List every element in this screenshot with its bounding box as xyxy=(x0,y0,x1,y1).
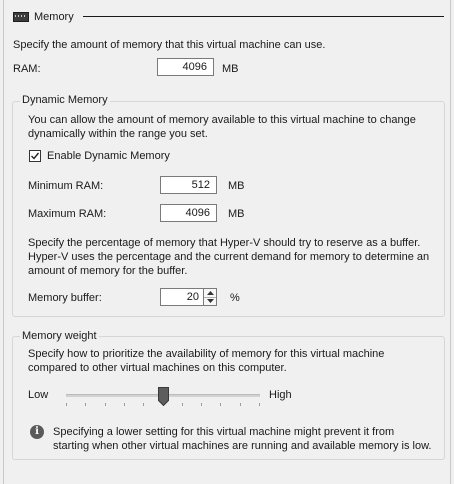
dynamic-memory-description-2: dynamically within the range you set. xyxy=(28,128,208,140)
dynamic-memory-title: Dynamic Memory xyxy=(20,94,110,107)
buffer-description-2: Hyper-V uses the percentage and the curr… xyxy=(28,251,430,263)
memory-chip-icon xyxy=(13,12,29,22)
checkmark-icon xyxy=(31,152,40,160)
maximum-ram-unit: MB xyxy=(228,208,245,220)
slider-tick xyxy=(182,403,183,406)
maximum-ram-input[interactable]: 4096 xyxy=(160,204,217,222)
info-text-2: starting when other virtual machines are… xyxy=(53,440,432,452)
maximum-ram-label: Maximum RAM: xyxy=(28,208,107,220)
memory-weight-description-2: compared to other virtual machines on th… xyxy=(28,362,287,374)
panel-border-left xyxy=(3,0,4,484)
panel-border-right xyxy=(450,0,451,484)
header-divider xyxy=(83,16,444,17)
memory-buffer-spinner[interactable] xyxy=(204,288,217,306)
memory-weight-slider-thumb[interactable] xyxy=(158,387,169,409)
memory-buffer-label: Memory buffer: xyxy=(28,292,102,304)
info-text-1: Specifying a lower setting for this virt… xyxy=(53,426,395,438)
slider-tick xyxy=(220,403,221,406)
memory-weight-title: Memory weight xyxy=(20,330,99,343)
arrow-up-icon xyxy=(206,291,214,295)
slider-tick xyxy=(85,403,86,406)
enable-dynamic-memory-checkbox[interactable] xyxy=(29,150,41,162)
info-icon: i xyxy=(30,425,44,439)
buffer-description-1: Specify the percentage of memory that Hy… xyxy=(28,237,421,249)
minimum-ram-unit: MB xyxy=(228,180,245,192)
memory-buffer-unit: % xyxy=(230,292,240,304)
slider-tick xyxy=(259,403,260,406)
memory-weight-description-1: Specify how to prioritize the availabili… xyxy=(28,348,385,360)
section-title: Memory xyxy=(34,11,74,23)
ram-unit: MB xyxy=(222,63,239,75)
spin-down-button[interactable] xyxy=(204,297,216,305)
slider-tick xyxy=(66,403,67,406)
slider-tick xyxy=(124,403,125,406)
minimum-ram-input[interactable]: 512 xyxy=(160,176,217,194)
minimum-ram-label: Minimum RAM: xyxy=(28,180,104,192)
slider-low-label: Low xyxy=(28,389,49,401)
dynamic-memory-description-1: You can allow the amount of memory avail… xyxy=(28,114,416,126)
slider-tick xyxy=(105,403,106,406)
slider-tick xyxy=(201,403,202,406)
slider-tick xyxy=(143,403,144,406)
buffer-description-3: amount of memory for the buffer. xyxy=(28,265,188,277)
slider-high-label: High xyxy=(269,389,292,401)
intro-text: Specify the amount of memory that this v… xyxy=(13,39,326,51)
memory-buffer-input[interactable]: 20 xyxy=(160,288,204,306)
ram-label: RAM: xyxy=(13,63,41,75)
slider-tick xyxy=(240,403,241,406)
ram-input[interactable]: 4096 xyxy=(157,58,214,76)
arrow-down-icon xyxy=(206,299,214,303)
enable-dynamic-memory-label[interactable]: Enable Dynamic Memory xyxy=(47,150,170,163)
